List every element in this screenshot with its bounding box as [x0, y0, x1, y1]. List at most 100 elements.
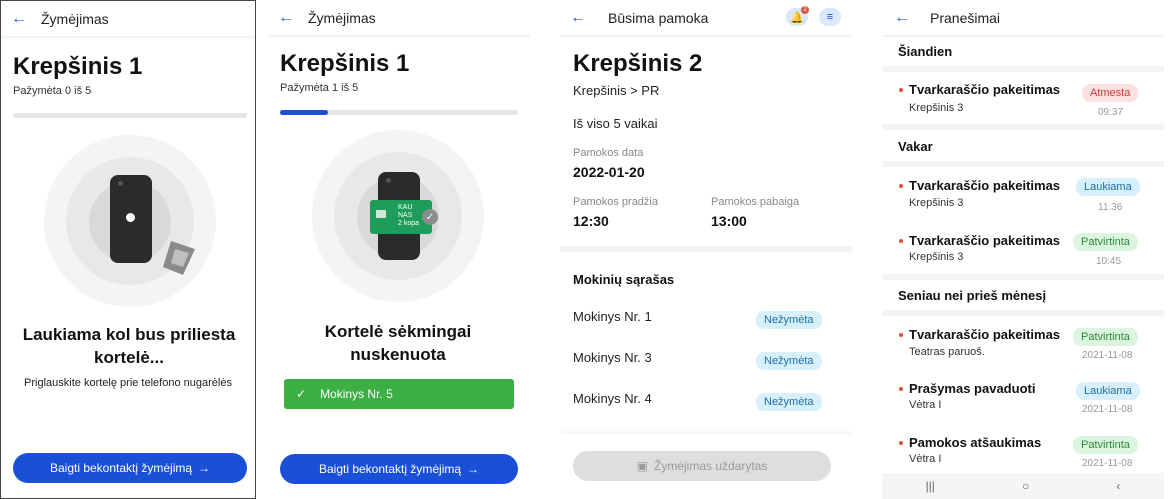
- student-status-badge[interactable]: Nežymėta: [756, 311, 822, 329]
- notification-status-badge: Laukiama: [1076, 382, 1140, 400]
- notification-status-badge: Patvirtinta: [1073, 328, 1138, 346]
- notification-subtitle: Krepšinis 3: [909, 251, 964, 263]
- lesson-title: Krepšinis 2: [573, 50, 703, 77]
- section-divider: [560, 246, 852, 252]
- notification-subtitle: Vėtra I: [909, 453, 942, 465]
- notification-time: 11:36: [1098, 202, 1123, 213]
- waiting-title: Laukiama kol bus priliesta kortelė...: [22, 325, 236, 367]
- unread-dot: [899, 441, 903, 445]
- app-bar-title: Žymėjimas: [41, 10, 109, 27]
- notification-status-badge: Patvirtinta: [1073, 436, 1138, 454]
- notification-time: 09:37: [1098, 107, 1124, 118]
- back-nav-icon[interactable]: ‹: [1116, 479, 1120, 493]
- notification-subtitle: Teatras paruoš.: [909, 346, 985, 358]
- section-today: Šiandien: [898, 44, 953, 59]
- marking-closed-label: Žymėjimas uždarytas: [653, 459, 768, 473]
- notification-subtitle: Vėtra I: [909, 399, 942, 411]
- id-badge-icon: ▣: [636, 459, 648, 473]
- arrow-right-icon: →: [467, 462, 480, 476]
- app-bar-title: Pranešimai: [930, 9, 1001, 26]
- unread-dot: [899, 387, 903, 391]
- check-circle-icon: ✓: [422, 209, 438, 225]
- screen-marking-waiting: ← Žymėjimas Krepšinis 1 Pažymėta 0 iš 5 …: [0, 0, 256, 499]
- finish-button-label: Baigti bekontaktį žymėjimą: [49, 461, 193, 475]
- notification-time: 2021-11-08: [1082, 458, 1133, 469]
- back-arrow-icon[interactable]: ←: [11, 10, 41, 28]
- notification-status-badge: Patvirtinta: [1073, 233, 1138, 251]
- back-arrow-icon[interactable]: ←: [278, 9, 308, 27]
- notification-subtitle: Krepšinis 3: [909, 197, 964, 209]
- notification-title[interactable]: Tvarkaraščio pakeitimas: [909, 233, 1067, 248]
- app-bar-title: Žymėjimas: [308, 9, 376, 26]
- phone-icon: [110, 175, 152, 263]
- app-bar-title: Būsima pamoka: [608, 9, 709, 26]
- student-name: Mokinys Nr. 3: [573, 350, 652, 365]
- progress-fill: [280, 110, 328, 115]
- notification-time: 2021-11-08: [1082, 350, 1133, 361]
- back-arrow-icon[interactable]: ←: [894, 9, 930, 27]
- section-yesterday: Vakar: [898, 139, 933, 154]
- progress-bar: [13, 113, 247, 118]
- notification-time: 2021-11-08: [1082, 404, 1133, 415]
- start-label: Pamokos pradžia: [573, 196, 658, 208]
- start-value: 12:30: [573, 213, 609, 229]
- finish-contactless-button[interactable]: Baigti bekontaktį žymėjimą →: [280, 454, 518, 484]
- lesson-title: Krepšinis 1: [13, 53, 143, 80]
- success-title: Kortelė sėkmingai nuskenuota: [324, 322, 472, 364]
- android-nav-bar: ||| ○ ‹: [882, 473, 1164, 499]
- notification-title[interactable]: Tvarkaraščio pakeitimas: [909, 82, 1067, 97]
- screen-upcoming-lesson: ← Būsima pamoka 🔔 2 ≡ Krepšinis 2 Krepši…: [560, 0, 852, 499]
- notification-title[interactable]: Tvarkaraščio pakeitimas: [909, 327, 1067, 342]
- progress-text: Pažymėta 1 iš 5: [280, 82, 359, 94]
- stage: ← Žymėjimas Krepšinis 1 Pažymėta 0 iš 5 …: [0, 0, 1174, 499]
- section-divider: [882, 274, 1164, 280]
- finish-contactless-button[interactable]: Baigti bekontaktį žymėjimą →: [13, 453, 247, 483]
- screen-marking-success: ← Žymėjimas Krepšinis 1 Pažymėta 1 iš 5 …: [268, 0, 530, 499]
- notification-badge: 2: [801, 6, 809, 14]
- date-value: 2022-01-20: [573, 164, 645, 180]
- recent-apps-icon[interactable]: |||: [926, 479, 935, 493]
- back-arrow-icon[interactable]: ←: [570, 9, 608, 27]
- section-divider: [882, 310, 1164, 316]
- unread-dot: [899, 239, 903, 243]
- student-name: Mokinys Nr. 1: [573, 309, 652, 324]
- notification-time: 10:45: [1096, 256, 1122, 267]
- lesson-path: Krepšinis > PR: [573, 83, 660, 98]
- menu-icon[interactable]: ≡: [819, 8, 841, 26]
- notification-title[interactable]: Prašymas pavaduoti: [909, 381, 1067, 396]
- date-label: Pamokos data: [573, 147, 644, 159]
- lesson-title: Krepšinis 1: [280, 50, 410, 77]
- finish-button-label: Baigti bekontaktį žymėjimą: [318, 462, 462, 476]
- card-icon: [163, 241, 195, 275]
- notification-status-badge: Atmesta: [1082, 84, 1139, 102]
- children-total: Iš viso 5 vaikai: [573, 116, 658, 131]
- home-icon[interactable]: ○: [1022, 479, 1029, 493]
- app-bar: ← Žymėjimas: [1, 1, 255, 37]
- student-name: Mokinys Nr. 4: [573, 391, 652, 406]
- scanned-student-bar: ✓ Mokinys Nr. 5: [284, 379, 514, 409]
- unread-dot: [899, 333, 903, 337]
- app-bar: ← Žymėjimas: [268, 0, 530, 36]
- notification-title[interactable]: Tvarkaraščio pakeitimas: [909, 178, 1067, 193]
- check-icon: ✓: [296, 387, 307, 401]
- scanned-student-name: Mokinys Nr. 5: [320, 387, 393, 401]
- notification-title[interactable]: Pamokos atšaukimas: [909, 435, 1067, 450]
- app-bar: ← Būsima pamoka: [560, 0, 852, 36]
- students-list-title: Mokinių sąrašas: [573, 272, 675, 287]
- notification-status-badge: Laukiama: [1076, 178, 1140, 196]
- arrow-right-icon: →: [198, 461, 211, 475]
- section-divider: [882, 66, 1164, 72]
- notification-subtitle: Krepšinis 3: [909, 102, 964, 114]
- unread-dot: [899, 184, 903, 188]
- marking-closed-button[interactable]: ▣ Žymėjimas uždarytas: [573, 451, 831, 481]
- section-divider: [882, 124, 1164, 130]
- screen-notifications: ← Pranešimai Šiandien Tvarkaraščio pakei…: [882, 0, 1164, 499]
- student-status-badge[interactable]: Nežymėta: [756, 352, 822, 370]
- progress-bar: [280, 110, 518, 115]
- student-status-badge[interactable]: Nežymėta: [756, 393, 822, 411]
- unread-dot: [899, 88, 903, 92]
- end-label: Pamokos pabaiga: [711, 196, 800, 208]
- waiting-hint: Priglauskite kortelę prie telefono nugar…: [24, 377, 232, 389]
- app-bar: ← Pranešimai: [882, 0, 1164, 36]
- end-value: 13:00: [711, 213, 747, 229]
